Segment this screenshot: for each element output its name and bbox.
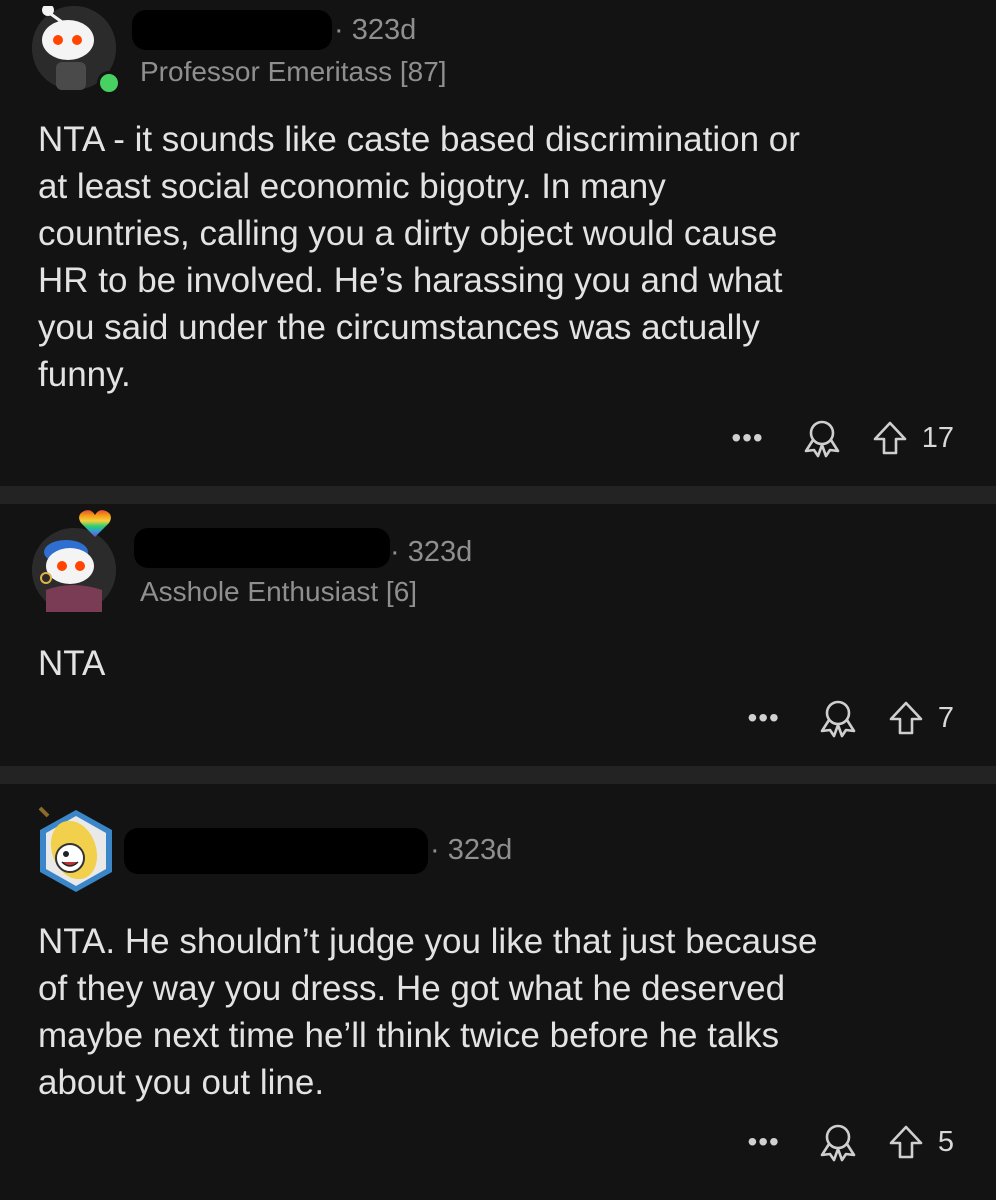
- comment-body: NTA - it sounds like caste based discrim…: [38, 116, 958, 398]
- redacted-username: [124, 828, 428, 874]
- user-flair: Professor Emeritass [87]: [140, 56, 447, 87]
- upvote-arrow-icon[interactable]: [888, 1124, 924, 1160]
- comment-age: · 323d: [390, 536, 473, 568]
- comment-body: NTA. He shouldn’t judge you like that ju…: [38, 918, 958, 1106]
- more-options-icon[interactable]: •••: [747, 1128, 779, 1156]
- vote-count: 17: [921, 421, 954, 454]
- body-line: you said under the circumstances was act…: [38, 308, 760, 347]
- comment-body: NTA: [38, 640, 958, 687]
- body-line: HR to be involved. He’s harassing you an…: [38, 261, 783, 300]
- user-flair: Asshole Enthusiast [6]: [140, 576, 418, 607]
- comment-age: · 323d: [334, 14, 417, 46]
- body-line: NTA: [38, 644, 106, 683]
- comment-3: · 323d NTA. He shouldn’t judge you like …: [0, 784, 996, 1200]
- upvote-arrow-icon[interactable]: [872, 420, 908, 456]
- comment-age: · 323d: [430, 834, 513, 866]
- comment-actions: ••• 17: [731, 418, 954, 458]
- comment-divider: [0, 486, 996, 504]
- comment-1: · 323d Professor Emeritass [87] NTA - it…: [0, 0, 996, 486]
- comment-2: · 323d Asshole Enthusiast [6] NTA ••• 7: [0, 504, 996, 766]
- snoo-avatar-icon: [32, 528, 116, 612]
- vote-count: 7: [937, 701, 954, 734]
- redacted-username: [134, 528, 390, 568]
- body-line: at least social economic bigotry. In man…: [38, 167, 666, 206]
- vote-count: 5: [937, 1125, 954, 1158]
- redacted-username: [132, 10, 332, 50]
- user-avatar[interactable]: [34, 806, 118, 892]
- upvote-arrow-icon[interactable]: [888, 700, 924, 736]
- award-icon[interactable]: [818, 1122, 858, 1162]
- banana-badge-icon: [38, 806, 112, 892]
- body-line: of they way you dress. He got what he de…: [38, 969, 786, 1008]
- body-line: NTA - it sounds like caste based discrim…: [38, 120, 800, 159]
- comment-divider: [0, 766, 996, 784]
- online-indicator-icon: [97, 71, 121, 95]
- more-options-icon[interactable]: •••: [731, 424, 763, 452]
- award-icon[interactable]: [802, 418, 842, 458]
- body-line: about you out line.: [38, 1063, 325, 1102]
- user-avatar[interactable]: [32, 510, 116, 612]
- more-options-icon[interactable]: •••: [747, 704, 779, 732]
- award-icon[interactable]: [818, 698, 858, 738]
- pride-heart-icon: [79, 510, 111, 537]
- body-line: NTA. He shouldn’t judge you like that ju…: [38, 922, 818, 961]
- body-line: maybe next time he’ll think twice before…: [38, 1016, 780, 1055]
- comment-actions: ••• 7: [747, 698, 954, 738]
- body-line: countries, calling you a dirty object wo…: [38, 214, 778, 253]
- user-avatar[interactable]: [32, 4, 121, 95]
- body-line: funny.: [38, 355, 131, 394]
- comment-actions: ••• 5: [747, 1122, 954, 1162]
